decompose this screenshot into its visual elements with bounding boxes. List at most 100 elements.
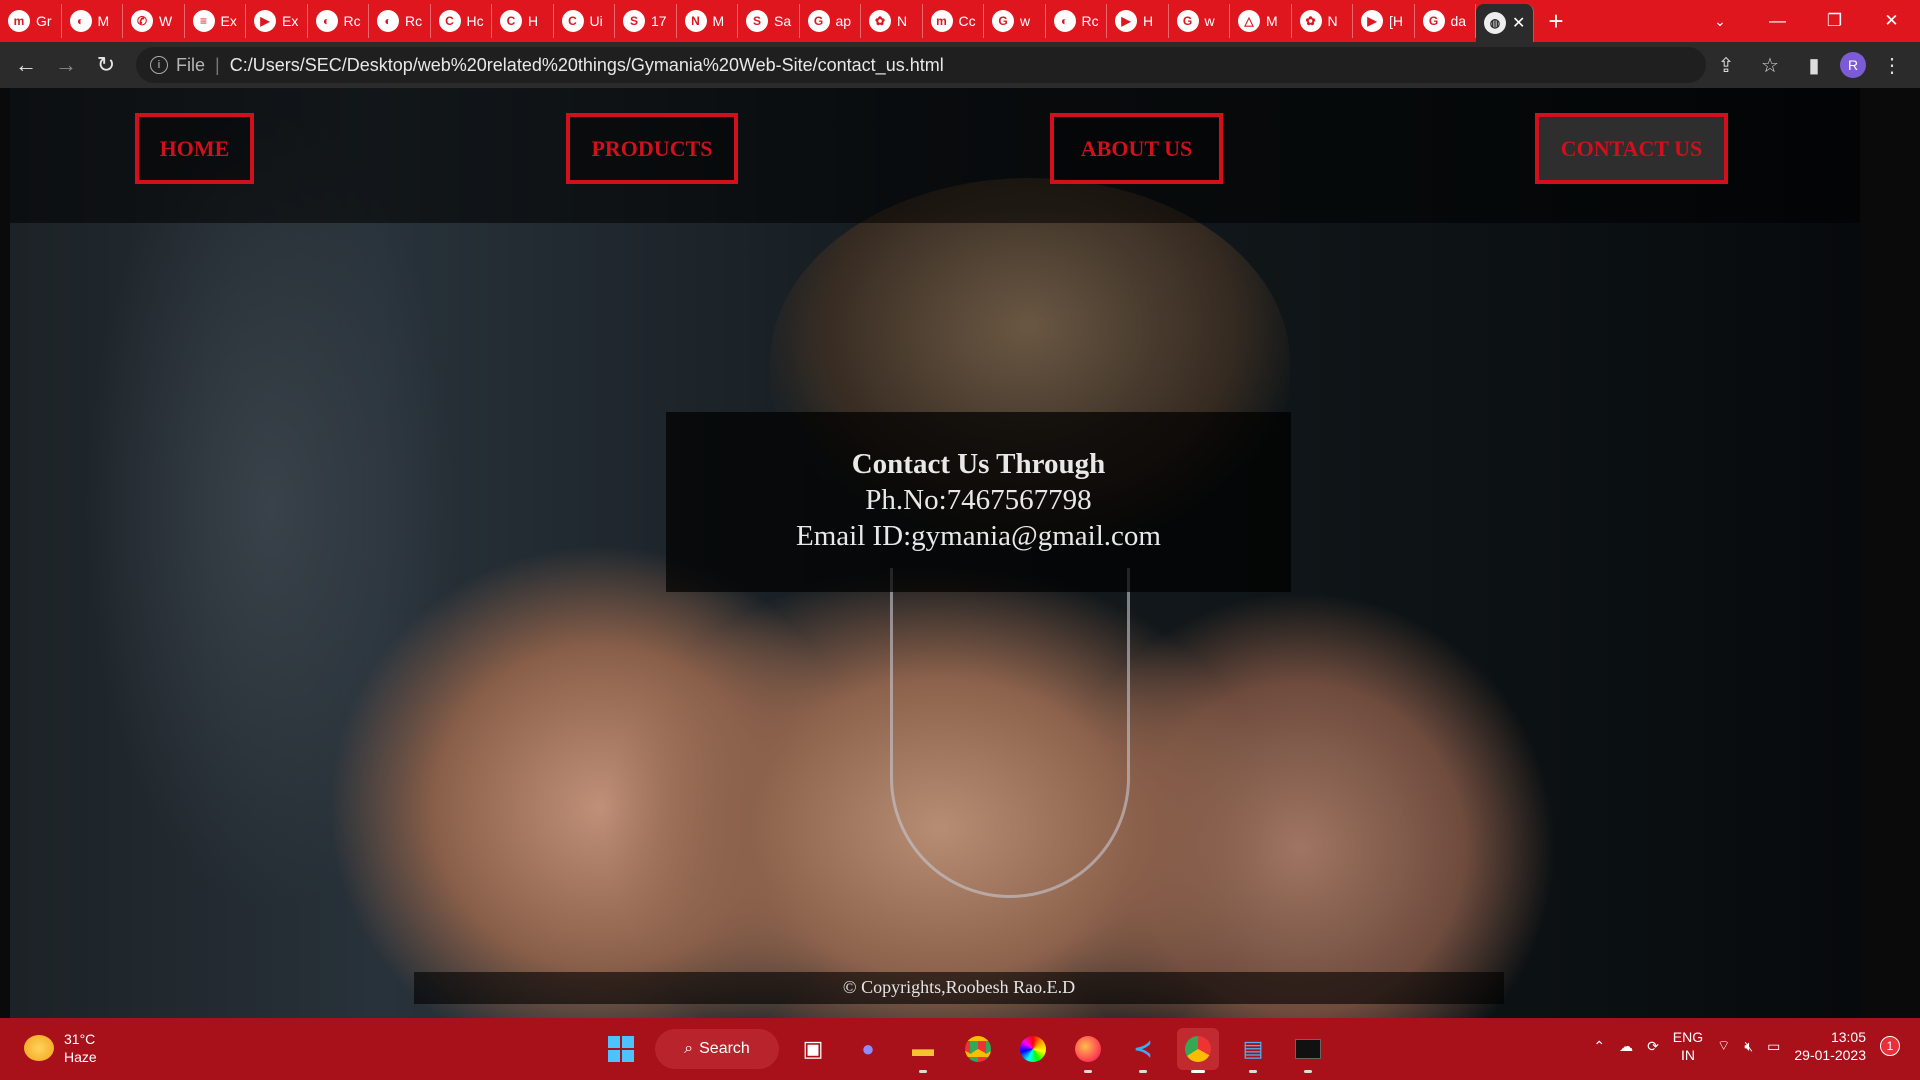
- color-wheel-icon[interactable]: [1012, 1028, 1054, 1070]
- tab-n[interactable]: NM: [677, 4, 738, 38]
- github-icon: ◐: [315, 10, 338, 32]
- toolbar-actions: ⇪ ☆ ▮ R ⋮: [1708, 47, 1910, 83]
- tab-drive[interactable]: △ M: [1230, 4, 1292, 38]
- forward-arrow-icon[interactable]: →: [46, 45, 86, 85]
- contact-email: Email ID:gymania@gmail.com: [796, 520, 1161, 552]
- tab-c[interactable]: C Ui: [554, 4, 615, 38]
- terminal-icon[interactable]: [1287, 1028, 1329, 1073]
- youtube-icon: ▶: [1115, 10, 1137, 32]
- s-icon: S: [746, 10, 768, 32]
- mn-icon: m: [8, 10, 30, 32]
- weather-condition: Haze: [64, 1049, 97, 1065]
- menu-kebab-icon[interactable]: ⋮: [1874, 47, 1910, 83]
- tab-whatsapp[interactable]: ✆ W: [123, 4, 185, 38]
- weather-temp: 31°C: [64, 1031, 96, 1047]
- hero-necklace: [890, 568, 1130, 898]
- taskbar-search-button[interactable]: ⌕ Search: [655, 1029, 779, 1069]
- tab-s[interactable]: S 17: [615, 4, 677, 38]
- file-explorer-icon[interactable]: ▬: [902, 1028, 944, 1073]
- search-icon: ⌕: [684, 1040, 694, 1057]
- google-icon: G: [1176, 10, 1199, 32]
- google-icon: G: [1422, 10, 1445, 32]
- tab-google[interactable]: Gda: [1415, 4, 1476, 38]
- scheme-label: File: [176, 54, 206, 75]
- language-indicator[interactable]: ENG IN: [1673, 1028, 1703, 1064]
- notification-badge[interactable]: 1: [1880, 1036, 1900, 1056]
- close-window-icon[interactable]: ✕: [1863, 0, 1920, 42]
- tab-openai[interactable]: ✿ N: [861, 4, 923, 38]
- mn-icon: m: [930, 10, 953, 32]
- windows-logo-icon: [608, 1036, 634, 1062]
- weather-widget[interactable]: 31°C Haze: [24, 1030, 97, 1066]
- google-icon: G: [807, 10, 830, 32]
- start-button[interactable]: [600, 1028, 642, 1070]
- nav-about-link[interactable]: ABOUT US: [1050, 113, 1223, 184]
- firefox-icon[interactable]: [1067, 1028, 1109, 1073]
- github-icon: ◐: [377, 10, 399, 32]
- tab-label: Ui: [589, 13, 603, 29]
- tab-active[interactable]: ◍ ✕: [1476, 4, 1534, 42]
- tab-github[interactable]: ◐ Rc: [308, 4, 369, 38]
- sync-icon[interactable]: ⟳: [1647, 1038, 1659, 1055]
- close-tab-icon[interactable]: ✕: [1512, 13, 1525, 33]
- chevron-up-icon[interactable]: ⌃: [1593, 1038, 1605, 1055]
- battery-icon[interactable]: ▭: [1767, 1038, 1780, 1055]
- tab-label: 17: [651, 13, 667, 29]
- github-icon: ◐: [69, 10, 92, 32]
- profile-avatar[interactable]: R: [1840, 52, 1866, 78]
- volume-muted-icon[interactable]: 🔇︎: [1744, 1038, 1753, 1055]
- back-arrow-icon[interactable]: ←: [6, 45, 46, 85]
- task-view-icon[interactable]: ▣: [792, 1028, 834, 1070]
- reload-icon[interactable]: ↻: [86, 45, 126, 85]
- share-icon[interactable]: ⇪: [1708, 47, 1744, 83]
- chrome-icon[interactable]: [957, 1028, 999, 1070]
- meet-icon[interactable]: ●: [847, 1028, 889, 1070]
- vscode-icon[interactable]: ≺: [1122, 1028, 1164, 1073]
- tab-docs[interactable]: ≡ Ex: [185, 4, 246, 38]
- chrome-profile-icon[interactable]: [1177, 1028, 1219, 1073]
- nav-products-link[interactable]: PRODUCTS: [566, 113, 738, 184]
- tab-github[interactable]: ◐ Rc: [369, 4, 431, 38]
- contact-heading: Contact Us Through: [851, 448, 1106, 480]
- info-icon[interactable]: i: [150, 56, 168, 74]
- youtube-icon: ▶: [254, 10, 276, 32]
- wifi-icon[interactable]: ⌔: [1717, 1037, 1730, 1055]
- tab-youtube[interactable]: ▶ Ex: [246, 4, 308, 38]
- tab-mn[interactable]: m Cc: [923, 4, 984, 38]
- web-page: HOME PRODUCTS ABOUT US CONTACT US Contac…: [0, 88, 1920, 1018]
- tab-github[interactable]: ◐ M: [62, 4, 123, 38]
- tab-c[interactable]: CH: [492, 4, 554, 38]
- clock-time: 13:05: [1830, 1029, 1866, 1045]
- language-code: ENG: [1672, 1029, 1704, 1045]
- restore-icon[interactable]: ❐: [1806, 0, 1863, 42]
- n-icon: N: [684, 10, 707, 32]
- tab-c[interactable]: C Hc: [431, 4, 492, 38]
- onedrive-cloud-icon[interactable]: ☁: [1619, 1038, 1633, 1055]
- tab-github[interactable]: ◐ Rc: [1046, 4, 1107, 38]
- tab-s[interactable]: S Sa: [738, 4, 800, 38]
- c-icon: C: [561, 10, 584, 32]
- tab-youtube[interactable]: ▶ H: [1107, 4, 1169, 38]
- nav-home-link[interactable]: HOME: [135, 113, 254, 184]
- tab-search-icon[interactable]: ⌄: [1700, 0, 1740, 42]
- new-tab-button[interactable]: +: [1534, 4, 1578, 38]
- tab-youtube[interactable]: ▶ [H: [1353, 4, 1415, 38]
- tab-mn[interactable]: m Gr: [0, 4, 62, 38]
- search-label: Search: [699, 1040, 750, 1057]
- tab-google[interactable]: Gap: [800, 4, 861, 38]
- bookmark-star-icon[interactable]: ☆: [1752, 47, 1788, 83]
- region-code: IN: [1680, 1047, 1695, 1063]
- tab-strip: m Gr ◐ M ✆ W ≡ Ex ▶ Ex ◐ Rc ◐ Rc C Hc C H C Ui S 17 N M S Sa Gap ✿ N…: [0, 0, 1920, 42]
- minimize-icon[interactable]: —: [1749, 0, 1806, 42]
- side-panel-icon[interactable]: ▮: [1796, 47, 1832, 83]
- clock[interactable]: 13:05 29-01-2023: [1794, 1028, 1866, 1064]
- tab-label: w: [1020, 13, 1031, 29]
- tab-google[interactable]: Gw: [1169, 4, 1230, 38]
- c-icon: C: [500, 10, 522, 32]
- address-bar[interactable]: i File | C:/Users/SEC/Desktop/web%20rela…: [136, 47, 1706, 83]
- tab-openai[interactable]: ✿ N: [1292, 4, 1353, 38]
- url-text[interactable]: C:/Users/SEC/Desktop/web%20related%20thi…: [230, 55, 944, 76]
- tab-google[interactable]: Gw: [984, 4, 1046, 38]
- notepad-icon[interactable]: ▤: [1232, 1028, 1274, 1073]
- nav-contact-link[interactable]: CONTACT US: [1535, 113, 1728, 184]
